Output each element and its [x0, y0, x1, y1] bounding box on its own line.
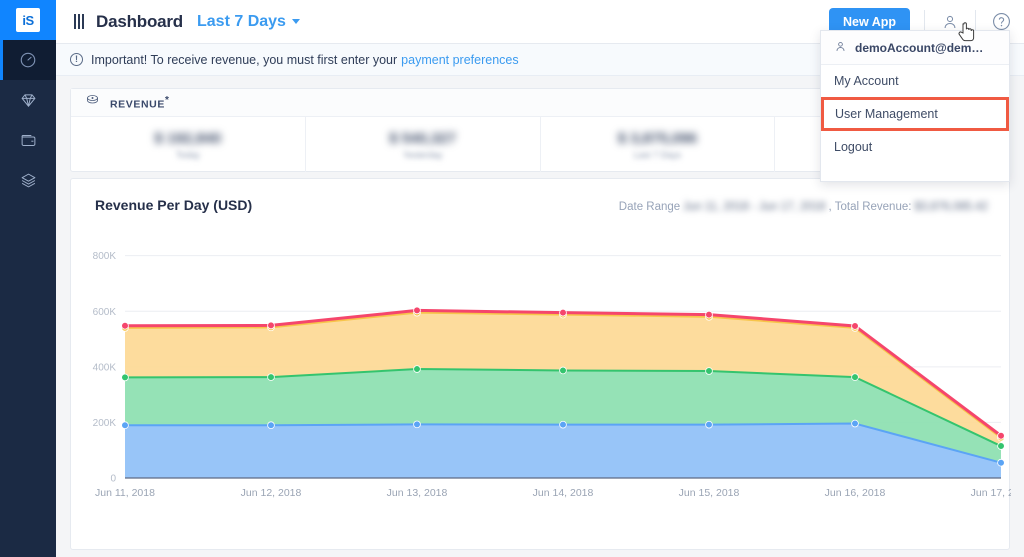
revenue-stat-value: $ 3,875,096 — [618, 130, 697, 147]
data-point[interactable] — [998, 443, 1005, 450]
data-point[interactable] — [268, 374, 275, 381]
data-point[interactable] — [706, 368, 713, 375]
chart-meta-total: $3,876,085.42 — [911, 201, 991, 213]
chart-meta: Date Range Jun 11, 2018 - Jun 17, 2018 ,… — [619, 201, 991, 213]
chart-meta-range: Jun 11, 2018 - Jun 17, 2018 — [680, 201, 828, 213]
data-point[interactable] — [852, 420, 859, 427]
dropdown-account-row: demoAccount@dem… — [821, 31, 1009, 65]
data-point[interactable] — [414, 421, 421, 428]
x-axis-tick-label: Jun 15, 2018 — [679, 487, 740, 499]
chart-meta-mid: , Total Revenue: — [829, 201, 912, 213]
speedometer-icon — [19, 51, 37, 69]
app-logo[interactable]: iS — [0, 0, 56, 40]
account-dropdown-menu: demoAccount@dem… My Account User Managem… — [820, 30, 1010, 182]
revenue-stat-label: Today — [176, 150, 200, 160]
notice-text: Important! To receive revenue, you must … — [91, 53, 397, 67]
chart-meta-prefix: Date Range — [619, 201, 680, 213]
payment-preferences-link[interactable]: payment preferences — [401, 53, 518, 67]
logo-mark: iS — [16, 8, 40, 32]
data-point[interactable] — [122, 374, 129, 381]
x-axis-tick-label: Jun 13, 2018 — [387, 487, 448, 499]
x-axis-tick-label: Jun 14, 2018 — [533, 487, 594, 499]
y-axis-tick-label: 800K — [93, 251, 117, 262]
diamond-icon — [20, 92, 37, 109]
layers-icon — [20, 172, 37, 189]
revenue-stat-cell: $ 540,327 Yesterday — [306, 117, 541, 172]
sidebar-item-layers[interactable] — [0, 160, 56, 200]
x-axis-tick-label: Jun 11, 2018 — [95, 487, 155, 499]
data-point[interactable] — [998, 432, 1005, 439]
chart-title: Revenue Per Day (USD) — [95, 197, 252, 213]
grip-icon[interactable] — [74, 14, 84, 29]
x-axis-tick-label: Jun 16, 2018 — [825, 487, 886, 499]
data-point[interactable] — [852, 323, 859, 330]
data-point[interactable] — [560, 367, 567, 374]
wallet-icon — [20, 132, 37, 149]
sidebar-item-dashboard[interactable] — [0, 40, 56, 80]
y-axis-tick-label: 200K — [93, 418, 117, 429]
user-outline-icon — [834, 40, 847, 56]
data-point[interactable] — [706, 311, 713, 318]
data-point[interactable] — [560, 421, 567, 428]
menu-item-user-management[interactable]: User Management — [823, 99, 1007, 129]
data-point[interactable] — [560, 309, 567, 316]
sidebar: iS — [0, 0, 56, 557]
revenue-stat-cell: $ 3,875,096 Last 7 Days — [541, 117, 776, 172]
data-point[interactable] — [414, 307, 421, 314]
mouse-cursor-icon — [957, 20, 977, 49]
y-axis-tick-label: 400K — [93, 362, 117, 373]
revenue-chart-card: Revenue Per Day (USD) Date Range Jun 11,… — [70, 178, 1010, 550]
revenue-stat-label: Yesterday — [403, 150, 443, 160]
chart-plot-area: 0 200K 400K 600K 800K Jun 11, 2018 Jun 12, 201… — [71, 213, 1011, 513]
revenue-stat-value: $ 540,327 — [389, 130, 456, 147]
data-point[interactable] — [268, 422, 275, 429]
date-range-selector[interactable]: Last 7 Days — [197, 13, 300, 31]
date-range-label: Last 7 Days — [197, 13, 286, 31]
area-fill-series-1 — [125, 424, 1001, 478]
chevron-down-icon — [292, 19, 300, 24]
data-point[interactable] — [998, 459, 1005, 466]
sidebar-nav — [0, 40, 56, 200]
revenue-stat-label: Last 7 Days — [634, 150, 682, 160]
revenue-stat-cell: $ 192,840 Today — [71, 117, 306, 172]
data-point[interactable] — [122, 322, 129, 329]
menu-item-my-account[interactable]: My Account — [821, 65, 1009, 97]
revenue-card-label: REVENUE* — [110, 95, 169, 111]
page-title: Dashboard — [96, 12, 183, 32]
app-root: iS — [0, 0, 1024, 557]
y-axis-tick-label: 0 — [110, 474, 116, 485]
x-axis-tick-label: Jun 17, 2018 — [971, 487, 1011, 499]
y-axis-tick-label: 600K — [93, 307, 117, 318]
x-axis-tick-label: Jun 12, 2018 — [241, 487, 302, 499]
revenue-stat-value: $ 192,840 — [155, 130, 222, 147]
exclamation-circle-icon: ! — [70, 53, 83, 66]
menu-item-logout[interactable]: Logout — [821, 131, 1009, 163]
sidebar-item-wallet[interactable] — [0, 120, 56, 160]
data-point[interactable] — [414, 366, 421, 373]
chart-header: Revenue Per Day (USD) Date Range Jun 11,… — [71, 179, 1009, 213]
money-stack-icon — [85, 94, 100, 112]
data-point[interactable] — [268, 322, 275, 329]
revenue-area-chart: 0 200K 400K 600K 800K Jun 11, 2018 Jun 12, 201… — [71, 213, 1011, 513]
data-point[interactable] — [122, 422, 129, 429]
sidebar-item-premium[interactable] — [0, 80, 56, 120]
data-point[interactable] — [706, 421, 713, 428]
data-point[interactable] — [852, 374, 859, 381]
